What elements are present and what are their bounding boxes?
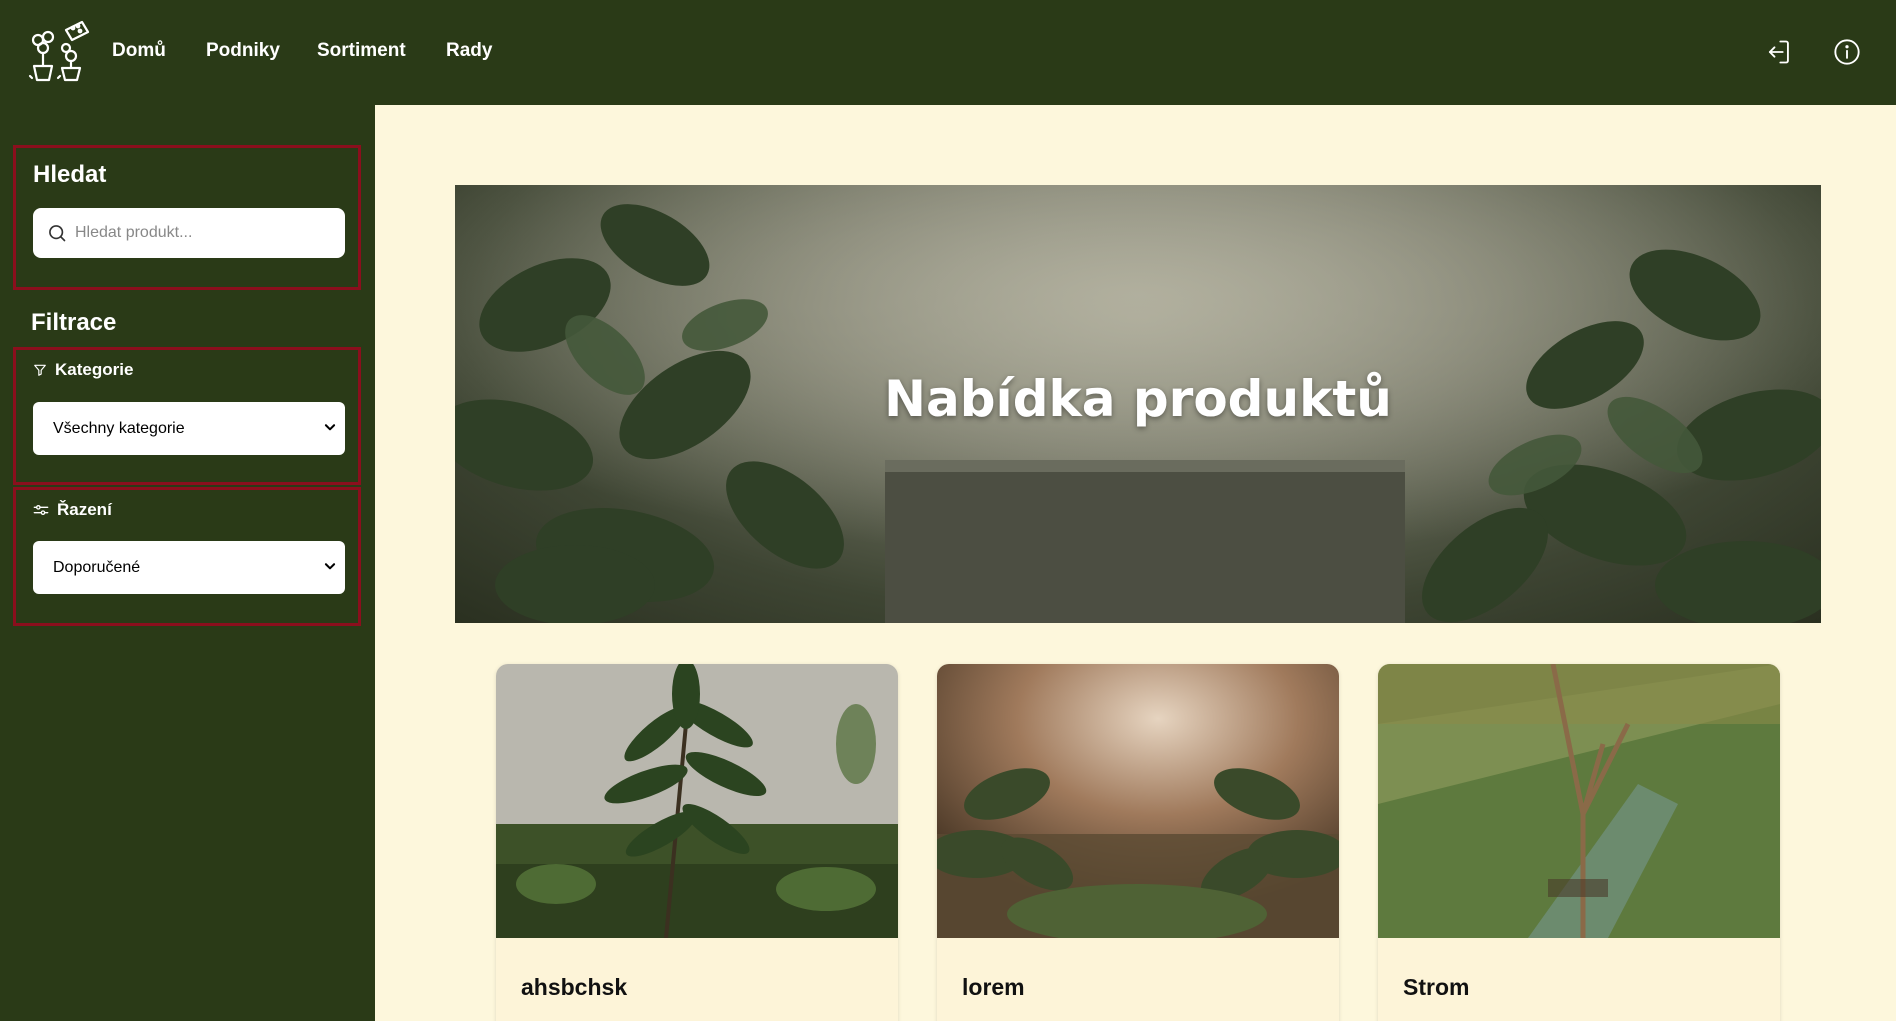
search-input[interactable] <box>75 208 335 258</box>
category-select[interactable]: Všechny kategorie <box>33 402 345 455</box>
sort-select-value: Doporučené <box>53 558 141 576</box>
sort-label: Řazení <box>33 500 112 520</box>
sidebar: Hledat Filtrace Kategorie Všechny katego… <box>0 105 375 1021</box>
search-section: Hledat <box>13 145 361 290</box>
top-navbar: Domů Podniky Sortiment Rady <box>0 0 1896 105</box>
hero-banner: Nabídka produktů <box>455 185 1821 623</box>
search-heading: Hledat <box>33 161 107 188</box>
product-image <box>937 664 1339 938</box>
funnel-icon <box>34 364 46 376</box>
search-icon <box>49 225 66 242</box>
product-card[interactable]: lorem <box>937 664 1339 1021</box>
nav-link-domu[interactable]: Domů <box>112 40 166 62</box>
hero-title: Nabídka produktů <box>884 370 1392 428</box>
product-name: Strom <box>1403 974 1470 1000</box>
plant-pots-logo-icon[interactable] <box>28 20 94 82</box>
product-image <box>1378 664 1780 938</box>
sort-select[interactable]: Doporučené <box>33 541 345 594</box>
category-label-text: Kategorie <box>55 360 134 379</box>
product-card[interactable]: ahsbchsk <box>496 664 898 1021</box>
chevron-down-icon <box>324 563 336 570</box>
main-content: Nabídka produktů ahsbchsk lorem Strom <box>375 105 1896 1021</box>
product-card[interactable]: Strom <box>1378 664 1780 1021</box>
info-icon[interactable] <box>1833 38 1861 66</box>
product-image <box>496 664 898 938</box>
sort-label-text: Řazení <box>57 500 112 519</box>
chevron-down-icon <box>324 424 336 431</box>
product-name: ahsbchsk <box>521 974 628 1000</box>
nav-link-podniky[interactable]: Podniky <box>206 40 280 62</box>
filter-heading: Filtrace <box>31 309 117 336</box>
sliders-icon <box>33 505 49 515</box>
sort-section: Řazení Doporučené <box>13 487 361 626</box>
category-label: Kategorie <box>33 360 133 380</box>
category-select-value: Všechny kategorie <box>53 419 185 437</box>
nav-link-sortiment[interactable]: Sortiment <box>317 40 406 62</box>
nav-link-rady[interactable]: Rady <box>446 40 492 62</box>
category-section: Kategorie Všechny kategorie <box>13 347 361 485</box>
product-name: lorem <box>962 974 1025 1000</box>
logout-icon[interactable] <box>1764 38 1792 66</box>
search-field[interactable] <box>33 208 345 258</box>
